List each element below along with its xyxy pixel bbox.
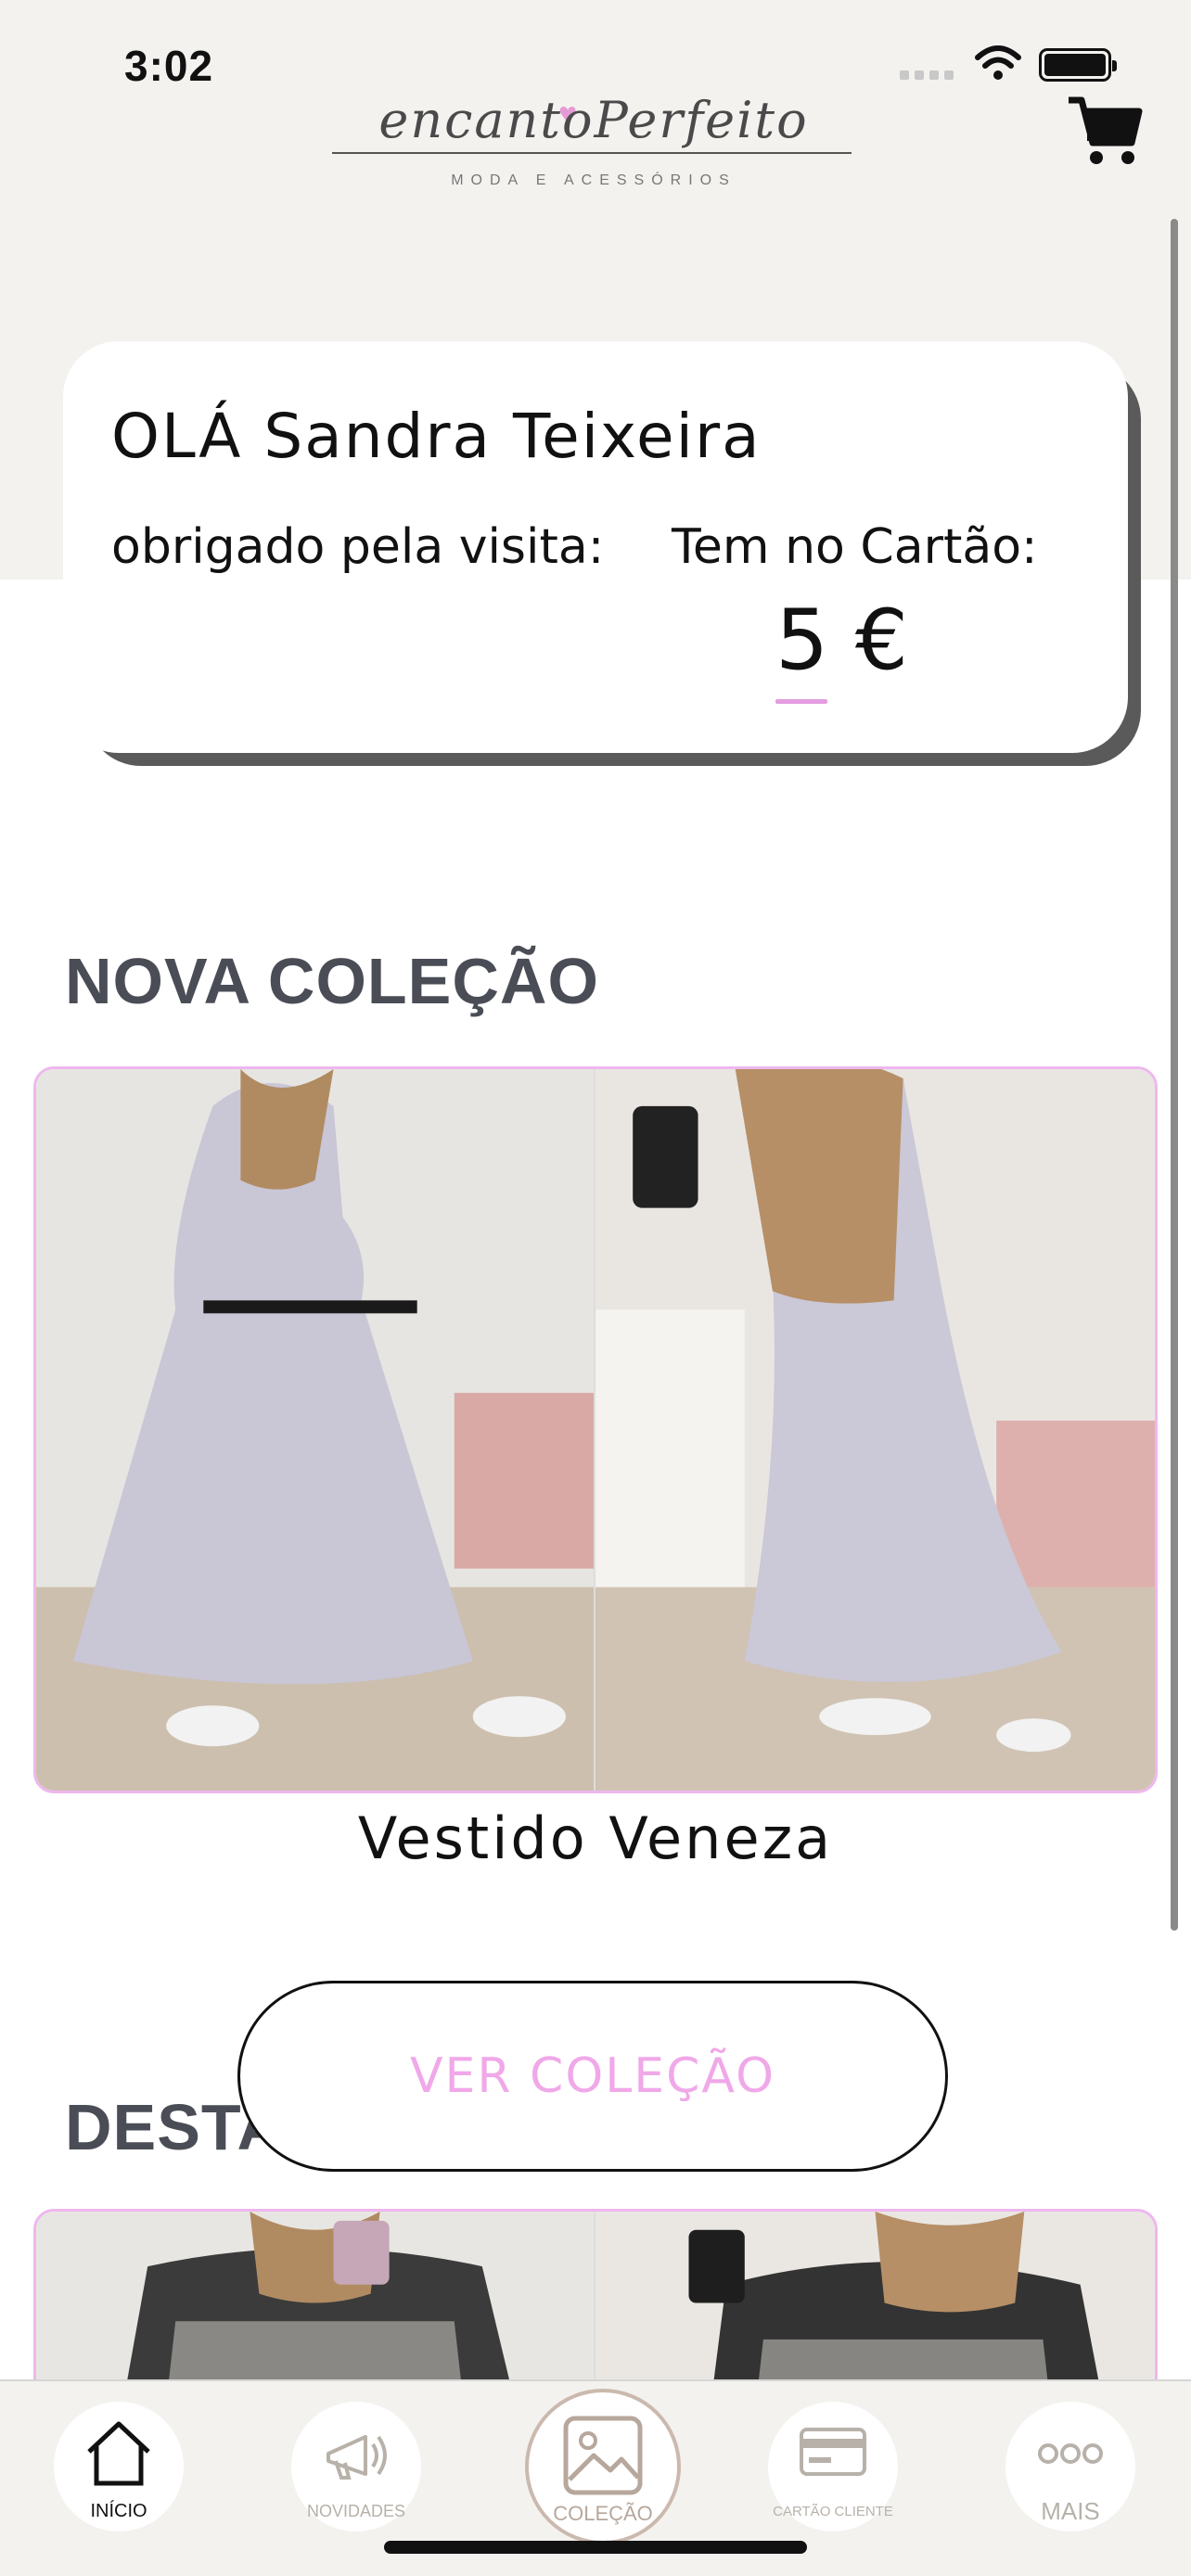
brand-logo[interactable]: ♥ encantoPerfeito MODA E ACESSÓRIOS [325, 91, 863, 202]
image-icon [563, 2416, 643, 2495]
home-indicator [384, 2541, 807, 2554]
collection-image[interactable] [33, 1066, 1158, 1793]
balance-underline [775, 699, 827, 704]
card-balance-label: Tem no Cartão: [672, 519, 1038, 575]
product-photo-back [596, 1069, 1155, 1791]
logo-script: encantoPerfeito [378, 91, 809, 149]
status-time: 3:02 [124, 42, 214, 90]
tab-news[interactable]: NOVIDADES [291, 2402, 421, 2531]
thanks-text: obrigado pela visita: [111, 519, 605, 575]
cellular-signal-icon [900, 70, 954, 80]
view-collection-button[interactable]: VER COLEÇÃO [237, 1981, 948, 2172]
tab-more[interactable]: MAIS [1005, 2402, 1135, 2531]
view-collection-label: VER COLEÇÃO [409, 2048, 776, 2104]
scrollbar[interactable] [1171, 219, 1178, 1931]
more-icon [1038, 2443, 1103, 2464]
product-name: Vestido Veneza [357, 1804, 834, 1872]
greeting-text: OLÁ Sandra Teixeira [111, 401, 762, 472]
tab-more-label: MAIS [1041, 2497, 1100, 2525]
new-collection-title: NOVA COLEÇÃO [65, 945, 599, 1017]
tab-collection[interactable]: COLEÇÃO [525, 2389, 681, 2544]
logo-subtitle: MODA E ACESSÓRIOS [451, 172, 736, 188]
wifi-icon [975, 45, 1021, 80]
tab-news-label: NOVIDADES [306, 2502, 406, 2520]
battery-icon [1039, 48, 1117, 82]
product-photo-front [36, 1069, 596, 1791]
megaphone-icon [327, 2435, 387, 2480]
tab-customer-card[interactable]: CARTÃO CLIENTE [768, 2402, 898, 2531]
card-icon [800, 2428, 866, 2476]
tab-home-label: INÍCIO [90, 2501, 147, 2521]
cart-icon[interactable] [1067, 95, 1143, 169]
logo-underline [332, 152, 852, 154]
tab-customer-card-label: CARTÃO CLIENTE [773, 2504, 893, 2519]
tab-collection-label: COLEÇÃO [553, 2502, 653, 2525]
tab-home[interactable]: INÍCIO [54, 2402, 184, 2531]
card-balance-value: 5 € [775, 592, 909, 689]
home-icon [87, 2421, 150, 2486]
